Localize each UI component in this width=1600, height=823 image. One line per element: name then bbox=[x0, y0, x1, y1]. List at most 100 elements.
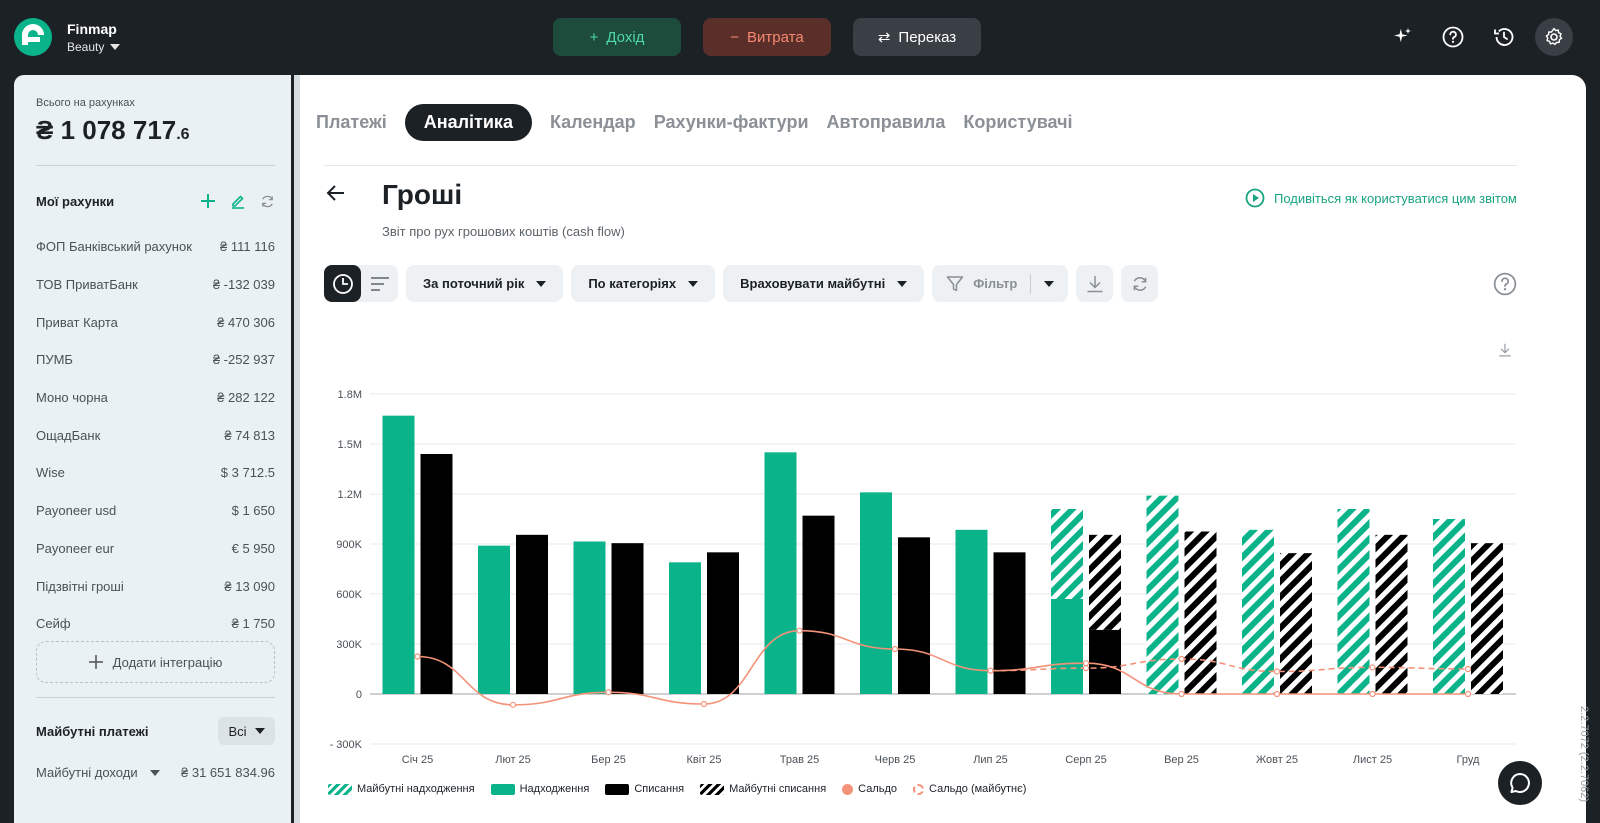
finmap-logo[interactable] bbox=[13, 17, 53, 57]
bar-future-expense[interactable] bbox=[1375, 534, 1408, 694]
bar-expense[interactable] bbox=[1089, 629, 1121, 694]
ai-sparkle-button[interactable] bbox=[1382, 18, 1422, 56]
bar-expense[interactable] bbox=[993, 552, 1026, 694]
bar-expense[interactable] bbox=[420, 454, 453, 694]
filter-button[interactable]: Фільтр bbox=[932, 265, 1069, 302]
add-expense-button[interactable]: − Витрата bbox=[703, 18, 831, 56]
refresh-button[interactable] bbox=[1121, 265, 1159, 302]
future-filter-select[interactable]: Всі bbox=[218, 717, 275, 745]
bar-income[interactable] bbox=[1051, 599, 1083, 694]
grouping-dropdown[interactable]: По категоріях bbox=[571, 265, 716, 302]
bar-income[interactable] bbox=[573, 541, 606, 695]
balance-point[interactable] bbox=[1273, 690, 1281, 698]
legend-income[interactable]: Надходження bbox=[490, 783, 589, 795]
bar-expense[interactable] bbox=[611, 543, 644, 694]
future-balance-point[interactable] bbox=[1464, 665, 1472, 673]
chart-download-icon[interactable] bbox=[1498, 343, 1512, 357]
tab-2[interactable]: Календар bbox=[550, 104, 636, 141]
account-name: Підзвітні гроші bbox=[36, 578, 124, 594]
add-integration-label: Додати інтеграцію bbox=[112, 654, 223, 670]
tab-3[interactable]: Рахунки-фактури bbox=[654, 104, 809, 141]
balance-point[interactable] bbox=[509, 701, 517, 708]
history-button[interactable] bbox=[1484, 18, 1524, 56]
balance-point[interactable] bbox=[605, 689, 612, 696]
bar-income[interactable] bbox=[669, 562, 701, 694]
future-balance-point[interactable] bbox=[1082, 665, 1090, 672]
legend-future-expense[interactable]: Майбутні списання bbox=[700, 783, 826, 795]
add-income-button[interactable]: + Дохід bbox=[553, 18, 681, 56]
future-balance-point[interactable] bbox=[1178, 655, 1185, 663]
bar-income[interactable] bbox=[382, 415, 415, 694]
account-row[interactable]: Моно чорна ₴ 282 122 bbox=[36, 379, 275, 417]
legend-future-balance[interactable]: Сальдо (майбутнє) bbox=[913, 783, 1026, 795]
future-income-row[interactable]: Майбутні доходи ₴ 31 651 834.96 bbox=[36, 765, 275, 780]
edit-icon[interactable] bbox=[230, 193, 246, 209]
help-button[interactable] bbox=[1433, 18, 1473, 56]
bar-future-income[interactable] bbox=[1051, 509, 1083, 599]
bar-future-income[interactable] bbox=[1146, 495, 1179, 694]
bar-expense[interactable] bbox=[707, 552, 739, 694]
chart-view-button[interactable] bbox=[324, 265, 361, 302]
bar-future-expense[interactable] bbox=[1184, 531, 1217, 695]
future-balance-point[interactable] bbox=[1273, 668, 1281, 675]
legend-label: Сальдо bbox=[858, 783, 898, 795]
future-balance-point[interactable] bbox=[1369, 664, 1376, 671]
tab-4[interactable]: Автоправила bbox=[827, 104, 946, 141]
bar-future-expense[interactable] bbox=[1280, 553, 1312, 694]
balance-point[interactable] bbox=[1178, 690, 1185, 698]
tab-5[interactable]: Користувачі bbox=[963, 104, 1072, 141]
y-tick-label: 1.8M bbox=[338, 389, 362, 401]
bar-future-income[interactable] bbox=[1242, 529, 1274, 694]
bar-future-income[interactable] bbox=[1337, 509, 1370, 694]
bar-income[interactable] bbox=[764, 452, 797, 694]
legend-future-income[interactable]: Майбутні надходження bbox=[328, 783, 475, 795]
chevron-down-icon[interactable] bbox=[1044, 280, 1055, 287]
bar-expense[interactable] bbox=[802, 515, 835, 694]
period-dropdown[interactable]: За поточний рік bbox=[406, 265, 564, 302]
balance-point[interactable] bbox=[796, 627, 803, 634]
account-row[interactable]: ТОВ ПриватБанк ₴ -132 039 bbox=[36, 266, 275, 304]
back-arrow-icon[interactable] bbox=[326, 183, 346, 203]
settings-button[interactable] bbox=[1535, 18, 1573, 56]
chat-button[interactable] bbox=[1498, 761, 1542, 805]
account-row[interactable]: Wise $ 3 712.5 bbox=[36, 454, 275, 492]
balance-point[interactable] bbox=[414, 653, 421, 660]
future-balance-point[interactable] bbox=[987, 667, 994, 674]
bar-future-income[interactable] bbox=[1433, 519, 1465, 694]
question-circle-icon[interactable] bbox=[1493, 272, 1517, 296]
add-integration-button[interactable]: Додати інтеграцію bbox=[36, 641, 275, 683]
account-row[interactable]: ПУМБ ₴ -252 937 bbox=[36, 341, 275, 379]
balance-point[interactable] bbox=[1369, 690, 1376, 698]
account-row[interactable]: Payoneer usd $ 1 650 bbox=[36, 492, 275, 530]
balance-point[interactable] bbox=[700, 700, 708, 708]
list-view-button[interactable] bbox=[361, 265, 398, 302]
account-row[interactable]: Payoneer eur € 5 950 bbox=[36, 530, 275, 568]
refresh-icon[interactable] bbox=[260, 194, 275, 209]
export-button[interactable] bbox=[1076, 265, 1114, 302]
bar-expense[interactable] bbox=[898, 537, 930, 694]
bar-future-expense[interactable] bbox=[1471, 543, 1503, 694]
plus-icon: + bbox=[589, 28, 599, 46]
account-row[interactable]: Сейф ₴ 1 750 bbox=[36, 605, 275, 643]
balance-point[interactable] bbox=[1464, 690, 1472, 698]
howto-link[interactable]: Подивіться як користуватися цим звітом bbox=[1245, 188, 1517, 208]
future-mode-dropdown[interactable]: Враховувати майбутні bbox=[723, 265, 925, 302]
account-row[interactable]: Підзвітні гроші ₴ 13 090 bbox=[36, 567, 275, 605]
legend-expense[interactable]: Списання bbox=[605, 783, 684, 795]
bar-income[interactable] bbox=[860, 492, 892, 694]
tab-1[interactable]: Аналітика bbox=[404, 104, 532, 141]
tab-0[interactable]: Платежі bbox=[316, 104, 387, 141]
legend-balance[interactable]: Сальдо bbox=[842, 783, 897, 795]
account-row[interactable]: ФОП Банківський рахунок ₴ 111 116 bbox=[36, 228, 275, 266]
workspace-selector[interactable]: Beauty bbox=[67, 40, 121, 54]
bar-future-expense[interactable] bbox=[1089, 534, 1121, 630]
transfer-button[interactable]: ⇄ Переказ bbox=[853, 18, 981, 56]
account-name: ТОВ ПриватБанк bbox=[36, 277, 138, 293]
balance-point[interactable] bbox=[891, 645, 899, 653]
bar-income[interactable] bbox=[478, 545, 510, 694]
plus-icon[interactable] bbox=[200, 193, 216, 209]
balance-point[interactable] bbox=[1082, 660, 1090, 667]
account-row[interactable]: Приват Карта ₴ 470 306 bbox=[36, 303, 275, 341]
bar-expense[interactable] bbox=[516, 534, 548, 694]
account-row[interactable]: ОщадБанк ₴ 74 813 bbox=[36, 416, 275, 454]
